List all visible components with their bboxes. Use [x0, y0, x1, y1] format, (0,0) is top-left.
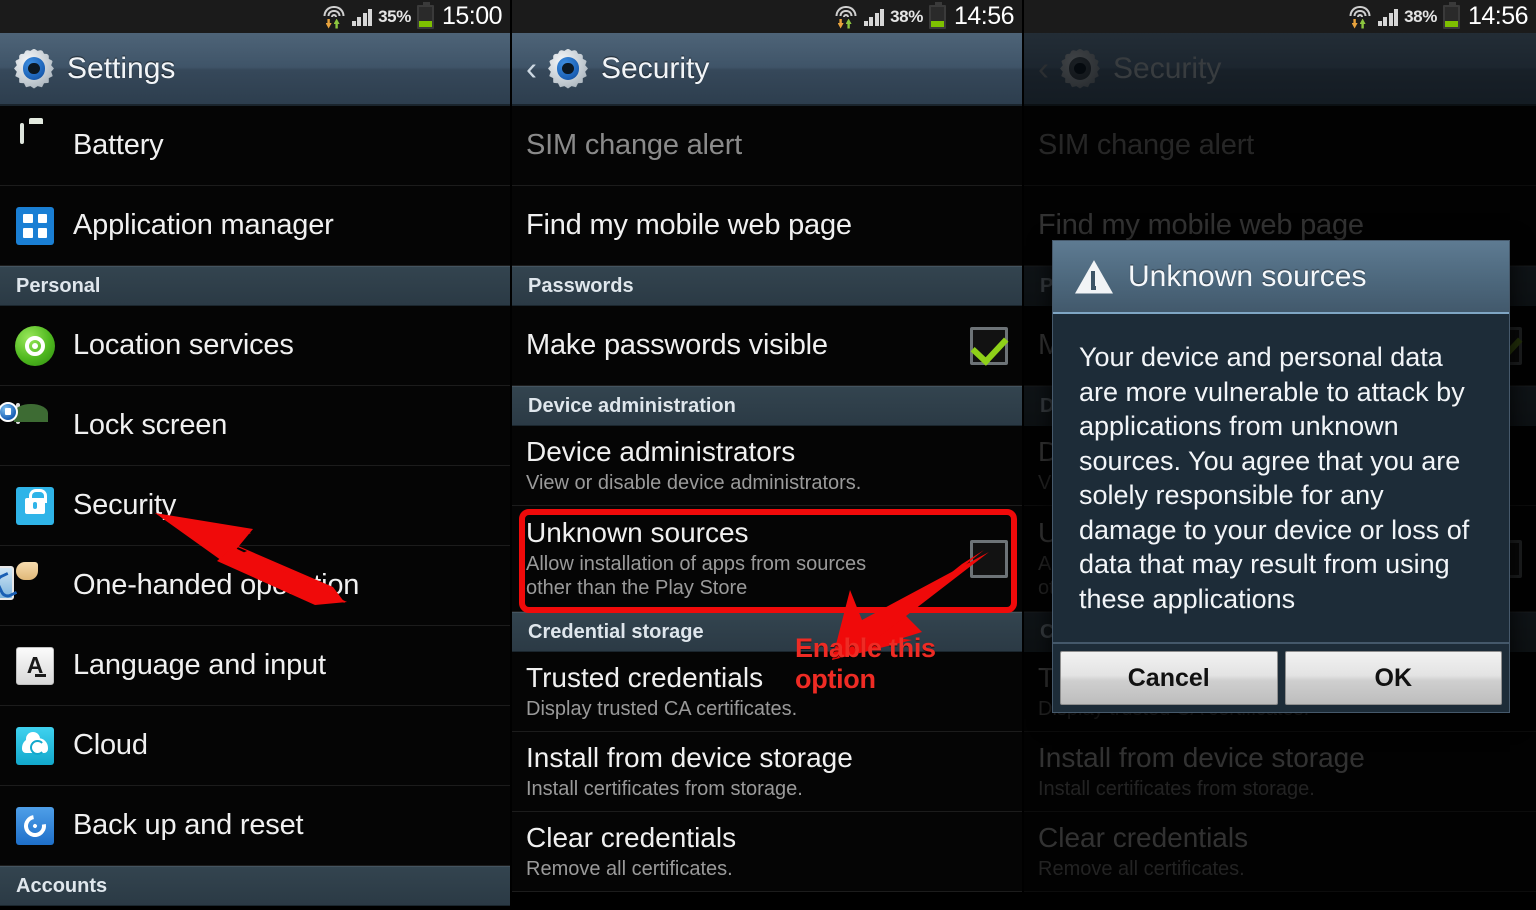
list-item-label: Unknown sources [526, 517, 749, 549]
list-item-clear-credentials[interactable]: Clear credentials Remove all certificate… [512, 812, 1022, 892]
clock-label: 14:56 [953, 2, 1015, 30]
list-item-label: Make passwords visible [526, 329, 828, 361]
signal-bars-icon [863, 8, 885, 26]
status-bar: 38% 14:56 [512, 0, 1022, 33]
list-item-label: Location services [73, 329, 294, 361]
list-item-make-passwords-visible[interactable]: Make passwords visible [512, 306, 1022, 386]
list-item-label: Device administrators [526, 436, 796, 468]
list-item-label: Language and input [73, 649, 326, 681]
annotation-label-enable-this-option: Enable this option [795, 633, 936, 694]
list-item-label: Battery [73, 129, 164, 161]
section-header-personal: Personal [0, 266, 510, 306]
action-bar: Settings [0, 33, 510, 106]
list-item-back-up-and-reset[interactable]: Back up and reset [0, 786, 510, 866]
lock-screen-icon [0, 401, 56, 447]
clock-label: 15:00 [441, 2, 503, 30]
backup-reset-icon [14, 805, 56, 847]
back-chevron-icon[interactable]: ‹ [526, 52, 537, 85]
wifi-icon [834, 5, 858, 29]
list-item-label: Security [73, 489, 177, 521]
dialog-header: Unknown sources [1053, 241, 1509, 314]
list-item-label: Cloud [73, 729, 148, 761]
cloud-icon [14, 725, 56, 767]
one-handed-operation-icon [0, 561, 56, 607]
warning-triangle-icon [1075, 260, 1113, 294]
unknown-sources-checkbox[interactable] [970, 539, 1008, 578]
section-header-accounts: Accounts [0, 866, 510, 906]
battery-icon [416, 1, 434, 29]
dialog-title: Unknown sources [1128, 259, 1367, 293]
battery-icon [928, 1, 946, 29]
section-header-passwords: Passwords [512, 266, 1022, 306]
list-item-application-manager[interactable]: Application manager [0, 186, 510, 266]
list-item-label: Find my mobile web page [526, 209, 852, 241]
dialog-message: Your device and personal data are more v… [1079, 342, 1470, 614]
wifi-icon [322, 5, 346, 29]
panel-security: 38% 14:56 ‹ Security SIM change alert Fi… [512, 0, 1024, 910]
status-bar: 35% 15:00 [0, 0, 510, 33]
security-list: SIM change alert Find my mobile web page… [512, 106, 1022, 892]
list-item-sublabel: Display trusted CA certificates. [526, 697, 798, 720]
list-item-battery[interactable]: Battery [0, 106, 510, 186]
signal-bars-icon [351, 8, 373, 26]
application-manager-icon [14, 205, 56, 247]
location-services-icon [14, 325, 56, 367]
signal-bars-icon [1377, 8, 1399, 26]
page-title: Security [601, 51, 710, 85]
make-passwords-visible-checkbox[interactable] [970, 326, 1008, 365]
ok-button[interactable]: OK [1284, 651, 1502, 706]
settings-list: Battery Application manager Personal Loc… [0, 106, 510, 906]
battery-icon [14, 122, 56, 167]
clock-label: 14:56 [1467, 2, 1529, 30]
list-item-label: SIM change alert [526, 129, 743, 161]
battery-percent-label: 35% [378, 6, 411, 26]
list-item-sublabel: Remove all certificates. [526, 857, 733, 880]
list-item-lock-screen[interactable]: Lock screen [0, 386, 510, 466]
security-lock-icon [14, 485, 56, 527]
page-title: Settings [67, 51, 176, 85]
list-item-label: Clear credentials [526, 822, 737, 854]
list-item-label: Application manager [73, 209, 334, 241]
list-item-language-and-input[interactable]: A Language and input [0, 626, 510, 706]
list-item-one-handed-operation[interactable]: One-handed operation [0, 546, 510, 626]
settings-gear-icon [14, 48, 54, 89]
dialog-button-bar: Cancel OK [1053, 644, 1509, 713]
list-item-label: One-handed operation [73, 569, 360, 601]
battery-percent-label: 38% [890, 6, 923, 26]
list-item-label: Install from device storage [526, 742, 853, 774]
list-item-install-from-device-storage[interactable]: Install from device storage Install cert… [512, 732, 1022, 812]
list-item-sublabel: Allow installation of apps from sources … [526, 552, 867, 599]
battery-percent-label: 38% [1404, 6, 1437, 26]
list-item-unknown-sources[interactable]: Unknown sources Allow installation of ap… [512, 506, 1022, 612]
list-item-location-services[interactable]: Location services [0, 306, 510, 386]
action-bar: ‹ Security [512, 33, 1022, 106]
panel-unknown-sources-dialog: 38% 14:56 ‹ Security SIM change alert Fi… [1024, 0, 1536, 910]
list-item-security[interactable]: Security [0, 466, 510, 546]
wifi-icon [1348, 5, 1372, 29]
list-item-sublabel: Install certificates from storage. [526, 777, 803, 800]
panel-settings: 35% 15:00 Settings Battery Application m… [0, 0, 512, 910]
list-item-sim-change-alert[interactable]: SIM change alert [512, 106, 1022, 186]
section-header-device-administration: Device administration [512, 386, 1022, 426]
list-item-label: Lock screen [73, 409, 228, 441]
list-item-cloud[interactable]: Cloud [0, 706, 510, 786]
list-item-label: Back up and reset [73, 809, 304, 841]
list-item-find-my-mobile-web-page[interactable]: Find my mobile web page [512, 186, 1022, 266]
language-input-icon: A [14, 645, 56, 687]
list-item-device-administrators[interactable]: Device administrators View or disable de… [512, 426, 1022, 506]
status-bar: 38% 14:56 [1024, 0, 1536, 33]
three-panel-screenshot-strip: 35% 15:00 Settings Battery Application m… [0, 0, 1536, 910]
cancel-button[interactable]: Cancel [1060, 651, 1278, 706]
battery-icon [1442, 1, 1460, 29]
unknown-sources-dialog: Unknown sources Your device and personal… [1052, 240, 1510, 714]
list-item-sublabel: View or disable device administrators. [526, 471, 862, 494]
settings-gear-icon [548, 48, 588, 89]
